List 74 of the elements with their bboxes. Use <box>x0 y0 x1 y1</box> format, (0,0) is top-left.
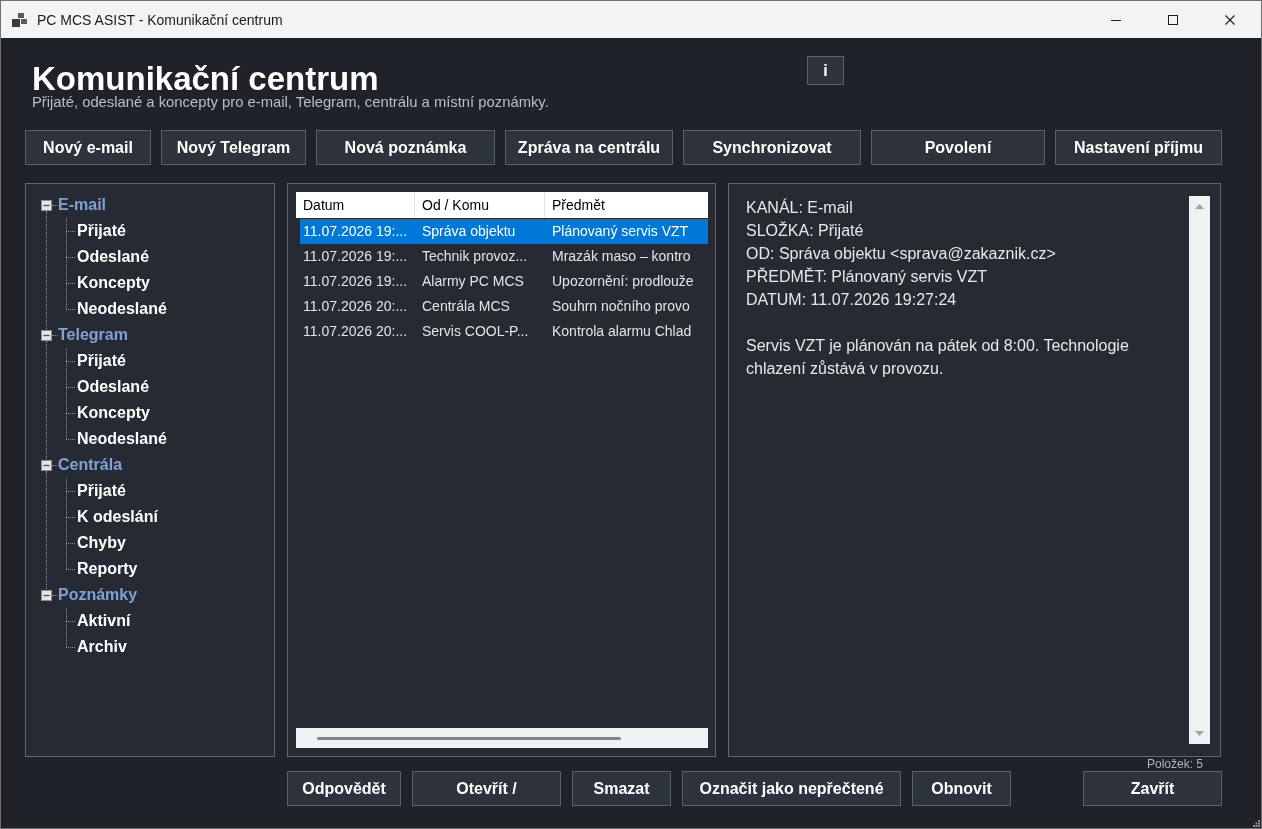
squares-icon <box>12 12 27 27</box>
table-cell-text: Plánovaný servis VZT <box>551 222 690 241</box>
tree-item[interactable]: Telegram <box>58 325 128 345</box>
table-cell-text: 11.07.2026 20:... <box>302 297 409 316</box>
tree-item[interactable]: K odeslání <box>77 507 158 527</box>
close-icon <box>1224 14 1235 25</box>
page-subtitle: Přijaté, odeslané a koncepty pro e-mail, Telegram, centrálu a místní poznámky. <box>32 94 549 111</box>
table-cell-text: Alarmy PC MCS <box>421 272 525 291</box>
tree-item[interactable]: Odeslané <box>77 377 150 397</box>
tree-item[interactable]: Poznámky <box>58 585 138 605</box>
toolbar-button[interactable]: Nový Telegram <box>161 130 306 165</box>
tree-item[interactable]: Archiv <box>77 637 127 657</box>
action-button[interactable]: Otevřít / <box>412 771 561 806</box>
message-body: Servis VZT je plánován na pátek od 8:00. Technologie chlazení zůstává v provozu. <box>746 336 1130 379</box>
column-header[interactable]: Od / Komu <box>415 192 545 218</box>
page-title: Komunikační centrum <box>32 62 379 96</box>
vertical-scrollbar[interactable] <box>1189 196 1210 744</box>
table-cell-text: Souhrn nočního provo <box>551 297 691 316</box>
preview-field: DATUM: 11.07.2026 19:27:24 <box>746 288 957 311</box>
tree-item[interactable]: Chyby <box>77 533 126 553</box>
action-button[interactable]: Smazat <box>572 771 671 806</box>
tree-item[interactable]: Aktivní <box>77 611 131 631</box>
table-cell-text: Mrazák maso – kontro <box>551 247 692 266</box>
column-header[interactable]: Předmět <box>545 192 708 218</box>
tree-item[interactable]: Reporty <box>77 559 138 579</box>
horizontal-scrollbar[interactable] <box>296 728 708 748</box>
tree-item[interactable]: Koncepty <box>77 273 150 293</box>
tree-item[interactable]: Koncepty <box>77 403 150 423</box>
table-cell-text: Kontrola alarmu Chlad <box>551 322 693 341</box>
triangle-down-icon <box>1195 731 1204 736</box>
tree-item[interactable]: Neodeslané <box>77 299 167 319</box>
preview-field: OD: Správa objektu <sprava@zakaznik.cz> <box>746 242 1056 265</box>
preview-field: PŘEDMĚT: Plánovaný servis VZT <box>746 265 987 288</box>
tree-item[interactable]: Přijaté <box>77 481 126 501</box>
maximize-icon <box>1167 14 1178 25</box>
tree-item[interactable]: Přijaté <box>77 351 126 371</box>
table-cell-text: 11.07.2026 19:... <box>302 247 409 266</box>
item-count-label: Položek: 5 <box>1146 758 1203 771</box>
toolbar-button[interactable]: Nová poznámka <box>316 130 495 165</box>
toolbar-button[interactable]: Nastavení příjmu <box>1055 130 1222 165</box>
toolbar-button[interactable]: Zpráva na centrálu <box>505 130 673 165</box>
table-cell-text: 11.07.2026 19:... <box>302 272 409 291</box>
action-button[interactable]: Obnovit <box>912 771 1011 806</box>
message-row[interactable]: 11.07.2026 19:... Správa objektu Plánovaný servis VZT <box>300 219 708 244</box>
table-cell-text: Technik provoz... <box>421 247 529 266</box>
tree-item[interactable]: Odeslané <box>77 247 150 267</box>
toolbar-button[interactable]: Synchronizovat <box>683 130 861 165</box>
toolbar-button[interactable]: Nový e-mail <box>25 130 151 165</box>
info-button[interactable]: i <box>807 56 844 85</box>
tree-item[interactable]: Přijaté <box>77 221 126 241</box>
table-cell-text: 11.07.2026 19:... <box>302 222 409 241</box>
table-cell-text: Servis COOL-P... <box>421 322 530 341</box>
resize-grip-icon <box>1253 820 1260 827</box>
tree-item[interactable]: Neodeslané <box>77 429 167 449</box>
message-row[interactable]: 11.07.2026 20:... Servis COOL-P... Kontrola alarmu Chlad <box>300 319 708 344</box>
table-cell-text: Centrála MCS <box>421 297 511 316</box>
table-cell-text: Správa objektu <box>421 222 517 241</box>
action-button[interactable]: Označit jako nepřečtené <box>682 771 901 806</box>
preview-field: KANÁL: E-mail <box>746 196 853 219</box>
toolbar-button[interactable]: Povolení <box>871 130 1045 165</box>
table-cell-text: 11.07.2026 20:... <box>302 322 409 341</box>
tree-item[interactable]: E-mail <box>58 195 106 215</box>
message-row[interactable]: 11.07.2026 19:... Alarmy PC MCS Upozornění: prodlouže <box>300 269 708 294</box>
close-button[interactable]: Zavřít <box>1083 771 1222 806</box>
column-header[interactable]: Datum <box>296 192 415 218</box>
message-row[interactable]: 11.07.2026 19:... Technik provoz... Mrazák maso – kontro <box>300 244 708 269</box>
window-title: PC MCS ASIST - Komunikační centrum <box>37 11 283 28</box>
table-cell-text: Upozornění: prodlouže <box>551 272 695 291</box>
scrollbar-thumb[interactable] <box>317 737 621 740</box>
preview-field: SLOŽKA: Přijaté <box>746 219 864 242</box>
message-row[interactable]: 11.07.2026 20:... Centrála MCS Souhrn nočního provo <box>300 294 708 319</box>
triangle-up-icon <box>1195 204 1204 209</box>
tree-item[interactable]: Centrála <box>58 455 123 475</box>
action-button[interactable]: Odpovědět <box>287 771 401 806</box>
